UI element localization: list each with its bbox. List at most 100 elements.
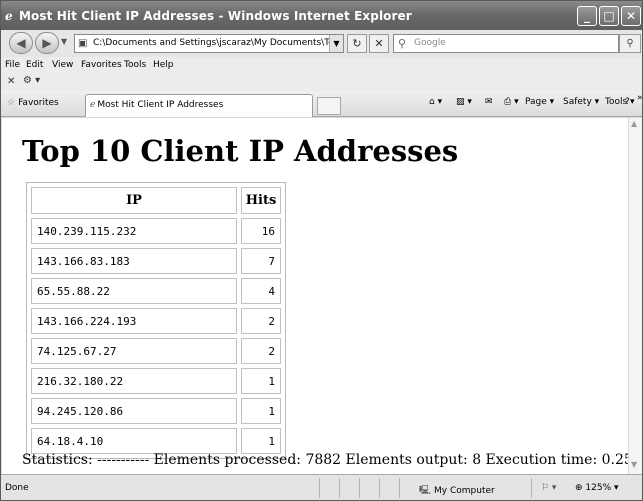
close-toolbar-icon[interactable]: ✕ — [7, 76, 15, 87]
search-provider-icon: ⚲ — [398, 37, 407, 50]
window-title: Most Hit Client IP Addresses - Windows I… — [19, 9, 412, 23]
search-icon: ⚲ — [626, 38, 634, 49]
page-title: Top 10 Client IP Addresses — [22, 134, 459, 168]
search-button[interactable]: ⚲ — [619, 34, 641, 53]
refresh-icon: ↻ — [352, 37, 362, 50]
print-button[interactable]: ⎙ ▾ — [504, 97, 519, 107]
search-placeholder: Google — [414, 38, 446, 48]
page-content: Top 10 Client IP Addresses IP Hits 140.2… — [2, 118, 628, 474]
status-divider — [531, 478, 532, 498]
ip-cell: 143.166.83.183 — [31, 248, 237, 274]
back-icon: ◀ — [16, 36, 26, 50]
ip-cell: 74.125.67.27 — [31, 338, 237, 364]
search-input[interactable]: ⚲ Google — [393, 34, 619, 53]
status-divider — [399, 478, 400, 498]
menu-favorites[interactable]: Favorites — [81, 60, 122, 70]
browser-window: ℯ Most Hit Client IP Addresses - Windows… — [0, 0, 643, 501]
scroll-down-icon[interactable]: ▼ — [631, 460, 637, 469]
hits-cell: 16 — [241, 218, 281, 244]
column-header-ip: IP — [31, 187, 237, 214]
tools-menu-button[interactable]: Tools ▾ — [605, 97, 635, 107]
protected-mode-icon[interactable]: ⚐ ▾ — [541, 483, 556, 493]
computer-icon: 🖳 — [419, 486, 432, 496]
feeds-icon: ▧ — [456, 97, 465, 107]
scroll-up-icon[interactable]: ▲ — [631, 119, 637, 128]
tab-active[interactable]: ℯ Most Hit Client IP Addresses — [85, 94, 313, 117]
stop-button[interactable]: ✕ — [369, 34, 389, 53]
ip-cell: 65.55.88.22 — [31, 278, 237, 304]
ip-cell: 64.18.4.10 — [31, 428, 237, 454]
favorites-star-icon: ☆ — [7, 98, 16, 108]
forward-icon: ▶ — [42, 36, 52, 50]
statistics-text: Statistics: ----------- Elements process… — [22, 452, 628, 468]
more-commands-chevron-icon[interactable]: » — [637, 93, 643, 103]
table-row: 74.125.67.27 2 — [31, 338, 281, 364]
address-url[interactable]: C:\Documents and Settings\jscaraz\My Doc… — [93, 35, 329, 52]
menu-tools[interactable]: Tools — [124, 60, 146, 70]
recent-pages-dropdown[interactable]: ▼ — [61, 37, 67, 46]
table-row: 94.245.120.86 1 — [31, 398, 281, 424]
table-row: 143.166.224.193 2 — [31, 308, 281, 334]
feeds-button[interactable]: ▧ ▾ — [456, 97, 472, 107]
hits-cell: 4 — [241, 278, 281, 304]
new-tab-button[interactable] — [317, 97, 341, 115]
menu-edit[interactable]: Edit — [26, 60, 43, 70]
mail-button[interactable]: ✉ — [485, 97, 493, 107]
print-icon: ⎙ — [504, 97, 512, 107]
vertical-scrollbar[interactable]: ▲ ▼ — [628, 118, 642, 474]
ip-table: IP Hits 140.239.115.232 16 143.166.83.183… — [26, 182, 286, 459]
home-button[interactable]: ⌂ ▾ — [429, 97, 442, 107]
favorites-label: Favorites — [18, 98, 59, 108]
safety-menu-button[interactable]: Safety ▾ — [563, 97, 599, 107]
maximize-button[interactable]: □ — [599, 6, 619, 26]
links-toolbar: ✕ ⚙ ▾ — [1, 74, 642, 91]
page-menu-label: Page — [525, 97, 547, 107]
address-dropdown[interactable]: ▼ — [329, 35, 343, 52]
back-button[interactable]: ◀ — [9, 32, 33, 54]
hits-cell: 1 — [241, 368, 281, 394]
forward-button[interactable]: ▶ — [35, 32, 59, 54]
table-row: 143.166.83.183 7 — [31, 248, 281, 274]
mail-icon: ✉ — [485, 97, 493, 107]
extension-icon[interactable]: ⚙ ▾ — [23, 75, 40, 86]
hits-cell: 1 — [241, 428, 281, 454]
table-row: 65.55.88.22 4 — [31, 278, 281, 304]
status-divider — [359, 478, 360, 498]
ip-cell: 94.245.120.86 — [31, 398, 237, 424]
tools-menu-label: Tools — [605, 97, 628, 107]
page-menu-button[interactable]: Page ▾ — [525, 97, 554, 107]
refresh-button[interactable]: ↻ — [347, 34, 367, 53]
column-header-hits: Hits — [241, 187, 281, 214]
tab-page-icon: ℯ — [90, 100, 96, 110]
table-row: 140.239.115.232 16 — [31, 218, 281, 244]
status-divider — [379, 478, 380, 498]
minimize-button[interactable]: _ — [577, 6, 597, 26]
status-bar: Done 🖳 My Computer ⚐ ▾ ⊕ 125% ▾ — [1, 474, 642, 500]
tab-row: ☆ Favorites ℯ Most Hit Client IP Addresses… — [1, 91, 643, 117]
help-button[interactable]: ? — [625, 97, 630, 107]
hits-cell: 7 — [241, 248, 281, 274]
menu-file[interactable]: File — [5, 60, 20, 70]
security-zone[interactable]: 🖳 My Computer — [419, 483, 495, 499]
status-divider — [319, 478, 320, 498]
close-button[interactable]: ✕ — [621, 6, 641, 26]
table-row: 216.32.180.22 1 — [31, 368, 281, 394]
menu-help[interactable]: Help — [153, 60, 174, 70]
status-text: Done — [5, 483, 29, 493]
hits-cell: 2 — [241, 308, 281, 334]
address-field[interactable]: ▣ C:\Documents and Settings\jscaraz\My D… — [74, 34, 344, 53]
ip-cell: 216.32.180.22 — [31, 368, 237, 394]
menu-view[interactable]: View — [52, 60, 73, 70]
ie-logo-icon: ℯ — [5, 9, 13, 23]
hits-cell: 2 — [241, 338, 281, 364]
zone-label: My Computer — [434, 486, 495, 496]
favorites-button[interactable]: ☆ Favorites — [7, 98, 59, 108]
title-bar: ℯ Most Hit Client IP Addresses - Windows… — [1, 1, 642, 30]
table-row: 64.18.4.10 1 — [31, 428, 281, 454]
zoom-control[interactable]: ⊕ 125% ▾ — [575, 483, 619, 493]
ip-cell: 140.239.115.232 — [31, 218, 237, 244]
safety-menu-label: Safety — [563, 97, 592, 107]
ip-cell: 143.166.224.193 — [31, 308, 237, 334]
address-toolbar: ◀ ▶ ▼ ▣ C:\Documents and Settings\jscara… — [1, 30, 642, 57]
tab-label: Most Hit Client IP Addresses — [97, 100, 224, 110]
